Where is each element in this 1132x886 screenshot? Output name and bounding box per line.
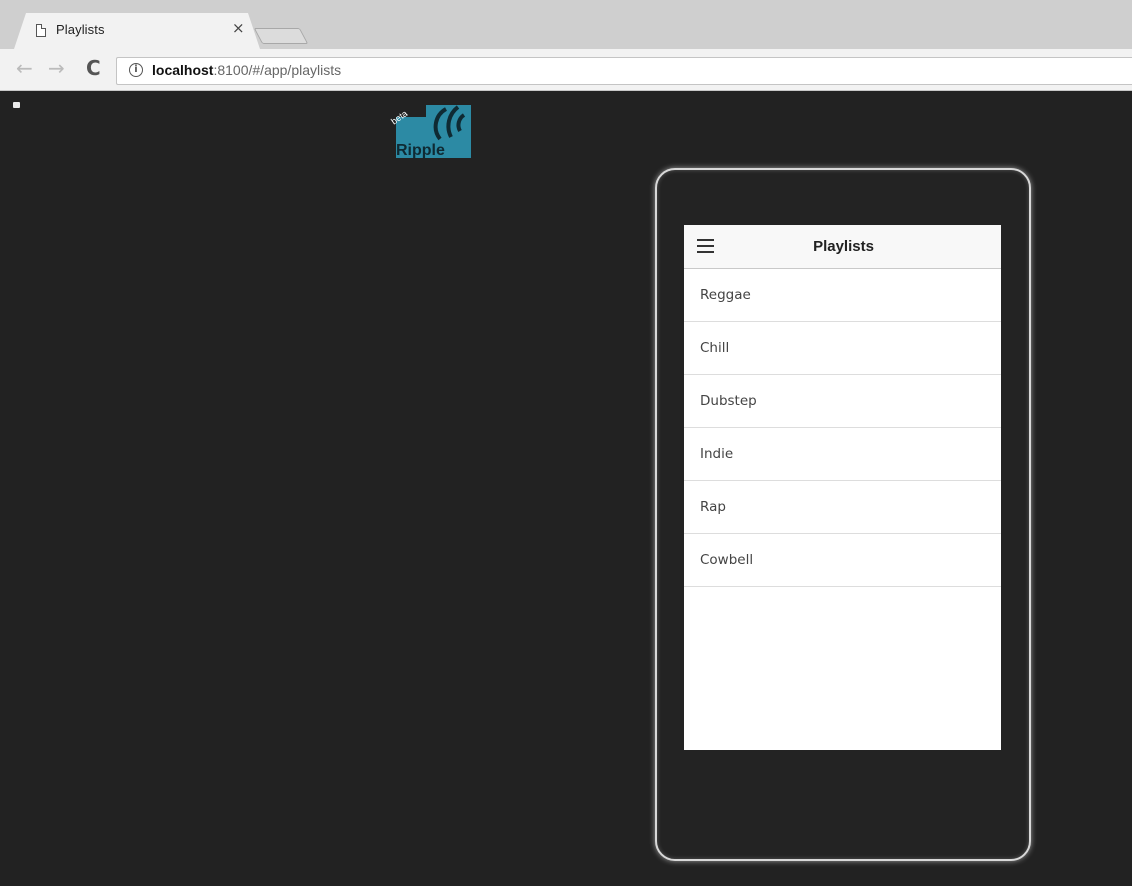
list-item-reggae[interactable]: Reggae xyxy=(684,269,1001,322)
list-item-indie[interactable]: Indie xyxy=(684,428,1001,481)
forward-icon[interactable]: → xyxy=(48,56,65,80)
back-icon[interactable]: ← xyxy=(16,56,33,80)
reload-icon[interactable]: C xyxy=(86,56,101,80)
playlist-list: Reggae Chill Dubstep Indie Rap Cowbell xyxy=(684,269,1001,587)
browser-tab[interactable] xyxy=(14,13,260,49)
info-icon[interactable]: i xyxy=(129,63,143,77)
app-header: Playlists xyxy=(684,225,1001,269)
device-screen: Playlists Reggae Chill Dubstep Indie Rap… xyxy=(684,225,1001,750)
page-title: Playlists xyxy=(813,238,874,255)
url-text[interactable]: localhost:8100/#/app/playlists xyxy=(152,62,341,78)
tab-title: Playlists xyxy=(56,22,105,37)
ripple-logo: beta Ripple xyxy=(389,99,471,159)
list-item-rap[interactable]: Rap xyxy=(684,481,1001,534)
list-item-dubstep[interactable]: Dubstep xyxy=(684,375,1001,428)
new-tab-button[interactable] xyxy=(253,28,309,44)
ripple-logo-text: Ripple xyxy=(396,142,445,159)
url-path: :8100/#/app/playlists xyxy=(213,62,342,78)
sidebar-toggle-icon[interactable] xyxy=(13,102,20,108)
page-icon xyxy=(36,24,46,37)
list-item-cowbell[interactable]: Cowbell xyxy=(684,534,1001,587)
url-host: localhost xyxy=(152,62,214,78)
list-item-chill[interactable]: Chill xyxy=(684,322,1001,375)
tab-close-button[interactable]: × xyxy=(232,19,245,37)
